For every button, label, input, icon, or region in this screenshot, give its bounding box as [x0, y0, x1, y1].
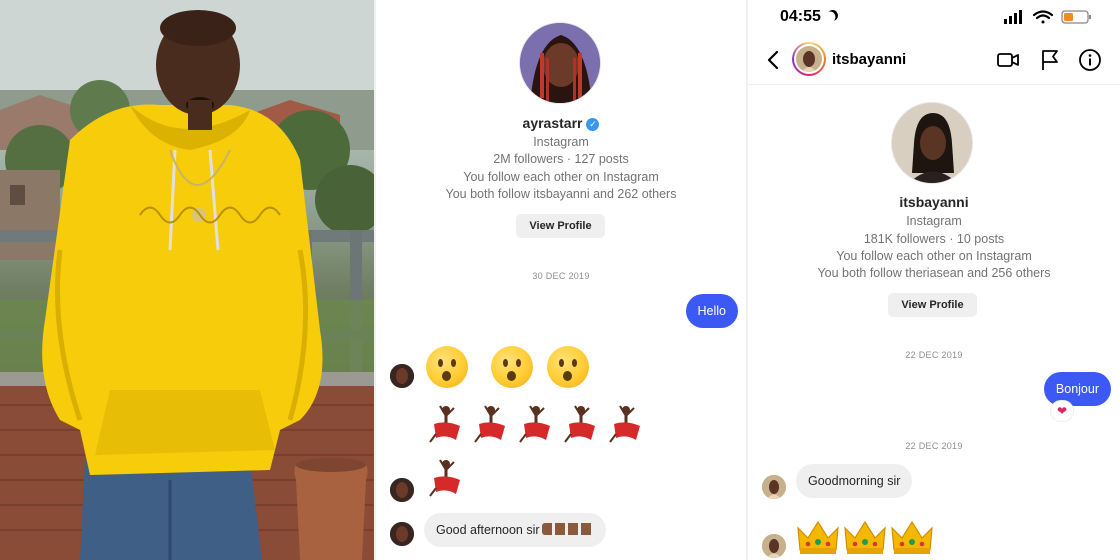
battery-low-icon: [1061, 10, 1091, 24]
dancer-icon: [426, 458, 466, 498]
sender-avatar: [762, 534, 786, 558]
emoji-message-dancers[interactable]: [426, 404, 651, 444]
profile-username: ayrastarr ✓: [376, 115, 746, 131]
sender-avatar: [390, 364, 414, 388]
status-time: 04:55: [780, 8, 838, 26]
date-separator: 22 DEC 2019: [905, 441, 963, 451]
sender-avatar: [390, 478, 414, 502]
avatar-portrait-icon: [520, 23, 600, 103]
header-username[interactable]: itsbayanni: [832, 51, 906, 68]
dancer-icon: [516, 404, 556, 444]
profile-avatar[interactable]: [519, 22, 601, 104]
profile-platform: Instagram: [906, 214, 962, 228]
profile-stats: 181K followers · 10 posts: [863, 232, 1005, 246]
avatar-portrait-icon: [892, 103, 972, 183]
dancer-icon: [471, 404, 511, 444]
wifi-icon: [1032, 10, 1054, 24]
view-profile-button[interactable]: View Profile: [516, 214, 605, 238]
crown-icon: [843, 520, 887, 556]
info-icon[interactable]: [1078, 48, 1102, 72]
incoming-message[interactable]: Good afternoon sir: [424, 513, 606, 547]
status-time-text: 04:55: [780, 8, 821, 25]
date-separator: 30 DEC 2019: [532, 271, 590, 281]
profile-username: itsbayanni: [899, 194, 969, 210]
outgoing-message[interactable]: Hello: [685, 294, 738, 328]
man-in-yellow-hoodie-photo: [0, 0, 374, 560]
dancer-icon: [561, 404, 601, 444]
date-separator: 22 DEC 2019: [905, 350, 963, 360]
heart-reaction-icon[interactable]: ❤: [1050, 400, 1074, 422]
hushed-face-icon: [491, 346, 534, 388]
profile-username-text: ayrastarr: [522, 115, 583, 131]
chat-panel-itsbayanni: 04:55 itsbayanni itsbayanni Instagram 18…: [748, 0, 1120, 560]
video-call-icon[interactable]: [996, 48, 1020, 72]
folded-hands-icon: [541, 523, 594, 535]
profile-mutual-others: You both follow itsbayanni and 262 other…: [445, 187, 677, 201]
profile-mutual-follow: You follow each other on Instagram: [836, 249, 1032, 263]
hushed-face-icon: [546, 346, 589, 388]
crown-icon: [890, 520, 934, 556]
verified-badge-icon: ✓: [586, 118, 600, 131]
dancer-icon: [606, 404, 646, 444]
crown-icon: [796, 520, 840, 556]
dancer-icon: [426, 404, 466, 444]
profile-mutual-follow: You follow each other on Instagram: [463, 170, 659, 184]
emoji-message-crowns[interactable]: [796, 520, 937, 560]
emoji-message-hushed[interactable]: [426, 346, 589, 388]
profile-stats: 2M followers · 127 posts: [493, 152, 629, 166]
moon-icon: [825, 8, 840, 23]
emoji-message-dancer-single[interactable]: [426, 458, 471, 498]
status-icons: [1004, 9, 1100, 30]
back-chevron-icon[interactable]: [762, 48, 786, 72]
incoming-message-text: Good afternoon sir: [436, 523, 540, 537]
view-profile-button[interactable]: View Profile: [888, 293, 977, 317]
header-divider: [748, 84, 1120, 85]
header-avatar[interactable]: [792, 42, 826, 76]
profile-mutual-others: You both follow theriasean and 256 other…: [817, 266, 1051, 280]
incoming-message[interactable]: Goodmorning sir: [796, 464, 913, 498]
signal-icon: [1004, 10, 1022, 24]
sender-avatar: [762, 475, 786, 499]
profile-avatar[interactable]: [891, 102, 973, 184]
flag-icon[interactable]: [1038, 48, 1062, 72]
chat-panel-ayrastarr: ayrastarr ✓ Instagram 2M followers · 127 …: [376, 0, 746, 560]
hushed-face-icon: [426, 346, 468, 388]
photo-panel: [0, 0, 374, 560]
profile-platform: Instagram: [533, 135, 589, 149]
sender-avatar: [390, 522, 414, 546]
